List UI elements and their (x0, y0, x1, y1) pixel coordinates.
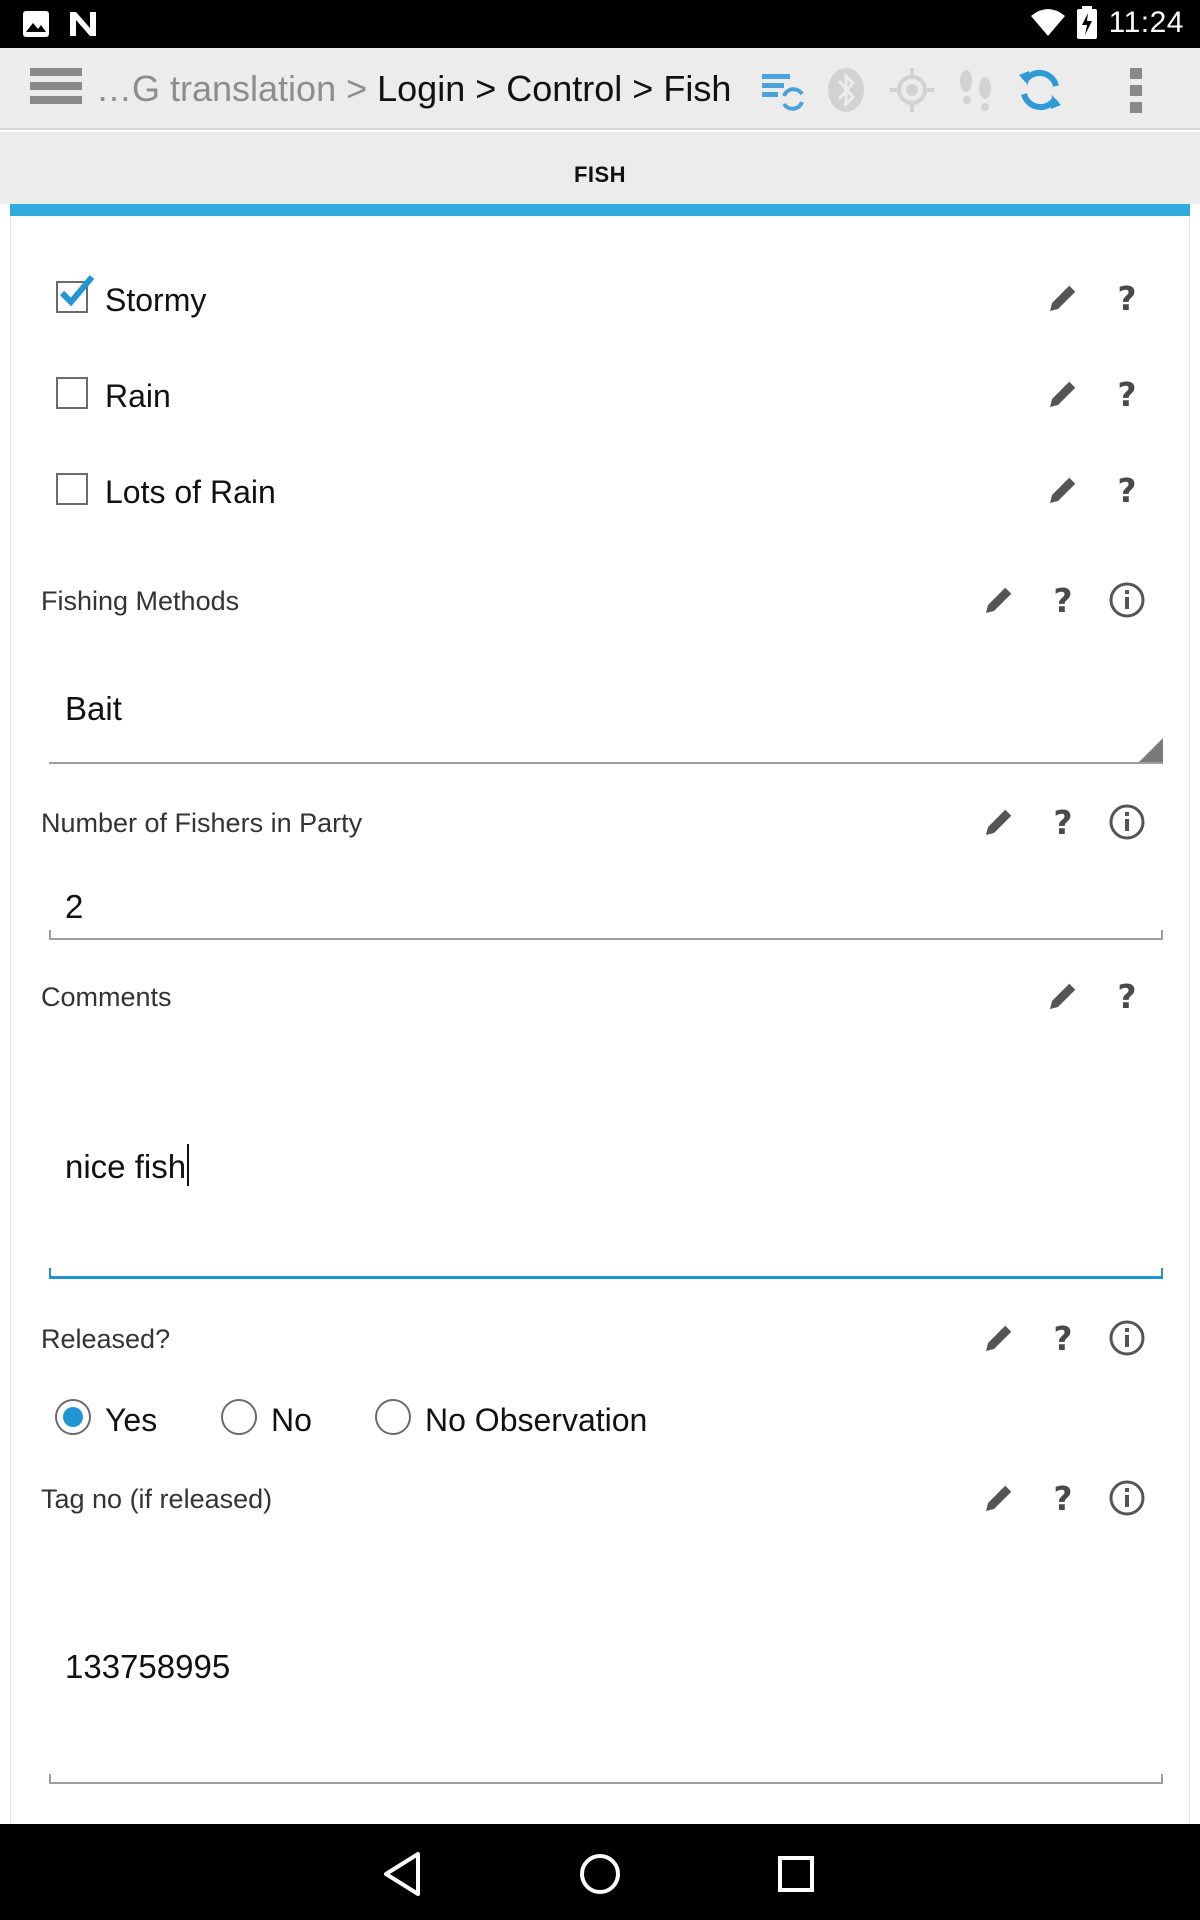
edit-icon[interactable] (1043, 374, 1083, 414)
menu-icon[interactable] (30, 68, 82, 110)
text-cursor (187, 1144, 190, 1186)
battery-charging-icon (1077, 6, 1097, 39)
action-bar: …G translation > Login > Control > Fish (0, 48, 1200, 130)
checkbox-label: Lots of Rain (105, 474, 276, 510)
form-content[interactable]: Stormy ? Rain ? Lots of Rain ? Fishing M… (10, 216, 1190, 1824)
footsteps-icon[interactable] (952, 66, 1000, 114)
help-icon[interactable]: ? (1107, 976, 1147, 1016)
help-icon[interactable]: ? (1107, 374, 1147, 414)
help-icon[interactable]: ? (1107, 470, 1147, 510)
navigation-bar (0, 1824, 1200, 1920)
wifi-icon (1031, 9, 1065, 36)
tag-header: Tag no (if released) ? (11, 1474, 1189, 1524)
tab-fish[interactable]: FISH (0, 162, 1200, 188)
sync-forms-icon[interactable] (758, 66, 806, 114)
info-icon[interactable] (1107, 580, 1147, 620)
radio-label-yes[interactable]: Yes (105, 1402, 157, 1439)
dropdown-triangle-icon[interactable] (1139, 738, 1163, 762)
checkbox-stormy[interactable] (56, 275, 94, 313)
released-header: Released? ? (11, 1314, 1189, 1364)
tab-bar: FISH (0, 132, 1200, 204)
radio-no-observation[interactable] (375, 1399, 411, 1435)
checkbox-row-stormy[interactable]: Stormy ? (11, 272, 1189, 322)
checkbox-label: Rain (105, 378, 171, 414)
help-icon[interactable]: ? (1043, 580, 1083, 620)
input-underline-right (1161, 1774, 1163, 1784)
check-icon (59, 275, 94, 307)
edit-icon[interactable] (1043, 976, 1083, 1016)
input-underline (49, 1782, 1163, 1784)
released-label: Released? (41, 1324, 171, 1354)
gps-icon[interactable] (888, 66, 936, 114)
clock: 11:24 (1108, 6, 1184, 39)
tab-indicator (10, 204, 1190, 216)
input-underline-right (1161, 930, 1163, 940)
comments-text: nice fish (65, 1148, 187, 1185)
home-icon[interactable] (574, 1848, 626, 1900)
edit-icon[interactable] (1043, 470, 1083, 510)
fishing-methods-label: Fishing Methods (41, 586, 240, 616)
info-icon[interactable] (1107, 1318, 1147, 1358)
input-underline-left (49, 1774, 51, 1784)
help-icon[interactable]: ? (1043, 802, 1083, 842)
edit-icon[interactable] (979, 580, 1019, 620)
breadcrumb-prefix[interactable]: …G translation > (96, 68, 377, 109)
fishers-label: Number of Fishers in Party (41, 808, 363, 838)
breadcrumb: …G translation > Login > Control > Fish (96, 68, 731, 110)
fishers-input[interactable]: 2 (65, 888, 83, 926)
fishing-methods-select[interactable]: Bait (65, 690, 122, 728)
input-underline-right (1161, 1268, 1163, 1278)
edit-icon[interactable] (1043, 278, 1083, 318)
input-underline (49, 938, 1163, 940)
help-icon[interactable]: ? (1107, 278, 1147, 318)
info-icon[interactable] (1107, 802, 1147, 842)
n-icon (70, 12, 96, 36)
tag-label: Tag no (if released) (41, 1484, 273, 1514)
overflow-menu-icon[interactable] (1112, 66, 1160, 114)
status-bar: 11:24 (0, 0, 1200, 48)
radio-yes[interactable] (55, 1399, 91, 1435)
tag-input[interactable]: 133758995 (65, 1648, 230, 1686)
bluetooth-icon[interactable] (822, 66, 870, 114)
checkbox-row-rain[interactable]: Rain ? (11, 368, 1189, 418)
help-icon[interactable]: ? (1043, 1478, 1083, 1518)
released-radio-group[interactable]: Yes No No Observation (11, 1392, 1189, 1442)
radio-label-no-observation[interactable]: No Observation (425, 1402, 647, 1439)
checkbox-rain[interactable] (56, 377, 88, 409)
checkbox-label: Stormy (105, 282, 207, 318)
radio-no[interactable] (221, 1399, 257, 1435)
fishers-header: Number of Fishers in Party ? (11, 798, 1189, 848)
breadcrumb-current[interactable]: Login > Control > Fish (377, 68, 731, 109)
input-underline-left (49, 1268, 51, 1278)
info-icon[interactable] (1107, 1478, 1147, 1518)
recents-icon[interactable] (770, 1848, 822, 1900)
input-underline-left (49, 930, 51, 940)
radio-label-no[interactable]: No (271, 1402, 312, 1439)
comments-input[interactable]: nice fish (65, 1144, 190, 1186)
back-icon[interactable] (378, 1848, 430, 1900)
select-underline (49, 762, 1163, 764)
checkbox-row-lots-of-rain[interactable]: Lots of Rain ? (11, 464, 1189, 514)
help-icon[interactable]: ? (1043, 1318, 1083, 1358)
edit-icon[interactable] (979, 1318, 1019, 1358)
fishing-methods-header: Fishing Methods ? (11, 576, 1189, 626)
refresh-icon[interactable] (1016, 66, 1064, 114)
input-underline-focused (49, 1276, 1163, 1279)
comments-label: Comments (41, 982, 172, 1012)
checkbox-lots-of-rain[interactable] (56, 473, 88, 505)
edit-icon[interactable] (979, 802, 1019, 842)
image-icon (23, 11, 49, 37)
edit-icon[interactable] (979, 1478, 1019, 1518)
comments-header: Comments ? (11, 972, 1189, 1022)
